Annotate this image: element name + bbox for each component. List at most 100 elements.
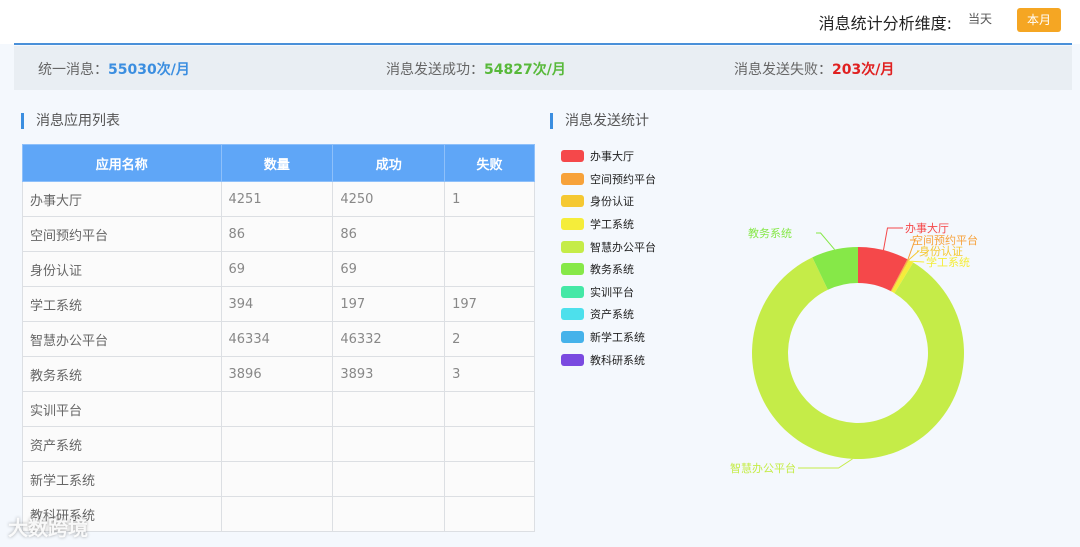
unified-message-stat: 统一消息：55030次/月	[38, 59, 190, 79]
app-name-cell: 学工系统	[22, 286, 222, 322]
count-cell	[332, 461, 446, 497]
table-row: 智慧办公平台 46334 46332 2	[22, 321, 535, 357]
unified-message-value: 55030次/月	[108, 62, 190, 78]
count-cell: 4251	[220, 181, 334, 217]
send-success-stat: 消息发送成功：54827次/月	[386, 59, 566, 79]
table-row: 学工系统 394 197 197	[22, 286, 535, 322]
count-cell: 69	[332, 251, 446, 287]
count-cell: 46332	[332, 321, 446, 357]
app-name-cell: 资产系统	[22, 426, 222, 462]
slice-label: 学工系统	[926, 255, 970, 269]
count-cell: 197	[332, 286, 446, 322]
count-cell	[332, 391, 446, 427]
table-row: 办事大厅 4251 4250 1	[22, 181, 535, 217]
legend-item[interactable]: 身份认证	[561, 190, 656, 213]
legend-label: 新学工系统	[590, 331, 645, 345]
table-row: 实训平台	[22, 391, 535, 427]
legend-item[interactable]: 空间预约平台	[561, 168, 656, 191]
send-fail-value: 203次/月	[832, 62, 895, 78]
legend-label: 空间预约平台	[590, 172, 656, 186]
label-leader-line	[911, 260, 925, 263]
legend-swatch	[561, 218, 584, 231]
legend-item[interactable]: 办事大厅	[561, 145, 656, 168]
legend-label: 教务系统	[590, 263, 634, 277]
legend-item[interactable]: 实训平台	[561, 281, 656, 304]
count-cell: 86	[332, 216, 446, 252]
chart-legend: 办事大厅空间预约平台 身份认证学工系统智慧办公平台 教务系统实训平台资产系统新学工系…	[561, 145, 656, 371]
table-row: 空间预约平台 86 86	[22, 216, 535, 252]
column-header: 成功	[332, 144, 446, 182]
table-row: 教务系统 3896 3893 3	[22, 356, 535, 392]
count-cell: 394	[220, 286, 334, 322]
top-bar: 消息统计分析维度: 当天 本月	[0, 0, 1080, 44]
count-cell	[220, 426, 334, 462]
send-stats-donut-chart: 办事大厅空间预约平台身份认证学工系统智慧办公平台教务系统	[730, 221, 978, 475]
count-cell: 46334	[220, 321, 334, 357]
legend-label: 教科研系统	[590, 353, 645, 367]
watermark: 大数跨境	[8, 516, 88, 540]
legend-swatch	[561, 240, 584, 253]
count-cell: 3896	[220, 356, 334, 392]
app-list-table: 应用名称 数量 成功 失败 办事大厅 4251 4250 1 空间预约平台 86 86 身份认证 69…	[22, 144, 535, 532]
send-fail-label: 消息发送失败：	[734, 62, 832, 78]
table-row: 资产系统	[22, 426, 535, 462]
slice-label: 教务系统	[748, 227, 792, 240]
legend-label: 办事大厅	[590, 150, 634, 164]
legend-item[interactable]: 智慧办公平台	[561, 235, 656, 258]
dimension-label: 消息统计分析维度:	[818, 14, 952, 33]
count-cell	[220, 461, 334, 497]
legend-label: 智慧办公平台	[590, 240, 656, 254]
legend-swatch	[561, 331, 584, 344]
legend-swatch	[561, 172, 584, 185]
app-name-cell: 新学工系统	[22, 461, 222, 497]
today-button[interactable]: 当天	[968, 10, 992, 27]
legend-swatch	[561, 285, 584, 298]
send-success-value: 54827次/月	[484, 62, 566, 78]
app-name-cell: 智慧办公平台	[22, 321, 222, 357]
slice-label: 办事大厅	[905, 221, 949, 235]
count-cell: 69	[220, 251, 334, 287]
app-name-cell: 空间预约平台	[22, 216, 222, 252]
send-fail-stat: 消息发送失败：203次/月	[734, 59, 894, 79]
column-header: 失败	[444, 144, 535, 182]
count-cell	[444, 216, 535, 252]
donut-slice[interactable]	[752, 257, 964, 459]
count-cell	[444, 461, 535, 497]
legend-item[interactable]: 资产系统	[561, 303, 656, 326]
summary-bar: 统一消息：55030次/月 消息发送成功：54827次/月 消息发送失败：203…	[14, 46, 1072, 90]
month-button[interactable]: 本月	[1017, 8, 1061, 32]
legend-swatch	[561, 263, 584, 276]
legend-label: 实训平台	[590, 285, 634, 299]
legend-label: 身份认证	[590, 195, 634, 209]
table-row: 身份认证 69 69	[22, 251, 535, 287]
count-cell: 2	[444, 321, 535, 357]
count-cell	[444, 496, 535, 532]
app-name-cell: 身份认证	[22, 251, 222, 287]
label-leader-line	[816, 232, 835, 250]
count-cell	[444, 251, 535, 287]
slice-label: 智慧办公平台	[730, 461, 796, 475]
table-header-row: 应用名称 数量 成功 失败	[22, 144, 535, 182]
count-cell	[332, 426, 446, 462]
count-cell: 3	[444, 356, 535, 392]
legend-label: 资产系统	[590, 308, 634, 322]
app-name-cell: 实训平台	[22, 391, 222, 427]
count-cell	[220, 391, 334, 427]
legend-item[interactable]: 教务系统	[561, 258, 656, 281]
app-name-cell: 教务系统	[22, 356, 222, 392]
app-name-cell: 办事大厅	[22, 181, 222, 217]
label-leader-line	[798, 458, 853, 469]
app-list-title: 消息应用列表	[21, 113, 120, 129]
count-cell	[444, 391, 535, 427]
count-cell: 197	[444, 286, 535, 322]
column-header: 应用名称	[22, 144, 222, 182]
label-leader-line	[882, 227, 903, 251]
count-cell: 3893	[332, 356, 446, 392]
count-cell: 4250	[332, 181, 446, 217]
count-cell	[220, 496, 334, 532]
legend-swatch	[561, 308, 584, 321]
legend-swatch	[561, 150, 584, 163]
legend-item[interactable]: 学工系统	[561, 213, 656, 236]
legend-item[interactable]: 新学工系统	[561, 326, 656, 349]
legend-item[interactable]: 教科研系统	[561, 348, 656, 371]
